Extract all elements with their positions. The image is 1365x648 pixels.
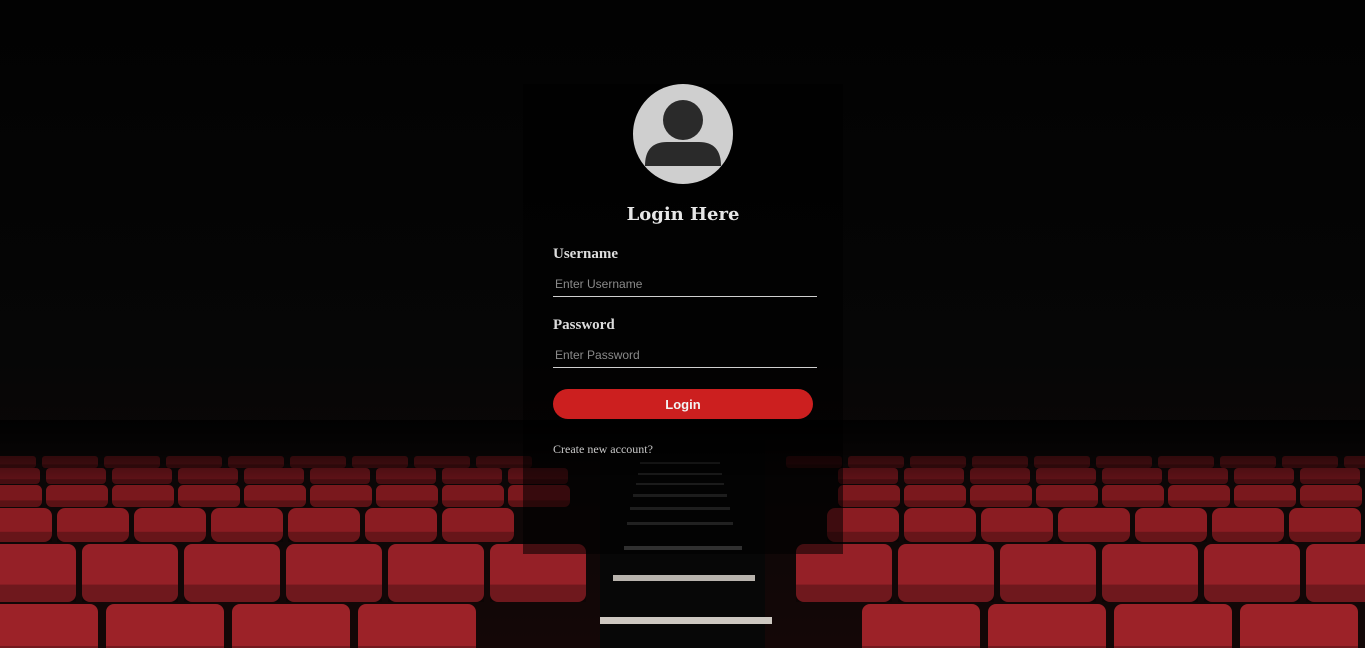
seat-shadow (838, 500, 900, 507)
seat-shadow (1234, 500, 1296, 507)
seat-shadow (134, 531, 206, 542)
seat-shadow (1102, 584, 1198, 602)
theater-seat (106, 604, 224, 648)
seat-shadow (898, 584, 994, 602)
seat-shadow (184, 584, 280, 602)
seat-shadow (46, 500, 108, 507)
theater-seat (988, 604, 1106, 648)
seat-shadow (1102, 500, 1164, 507)
seat-shadow (286, 584, 382, 602)
password-input[interactable] (553, 342, 817, 368)
seat-shadow (442, 500, 504, 507)
seat-shadow (211, 531, 283, 542)
username-label: Username (553, 246, 618, 262)
username-input[interactable] (553, 271, 817, 297)
seat-shadow (288, 531, 360, 542)
seat-shadow (1000, 584, 1096, 602)
login-page: Login Here Username Password Login Creat… (0, 0, 1365, 648)
seat-shadow (490, 584, 586, 602)
theater-seat (232, 604, 350, 648)
theater-seat (1240, 604, 1358, 648)
create-account-link[interactable]: Create new account? (553, 442, 653, 457)
login-panel: Login Here Username Password Login Creat… (523, 84, 843, 554)
seat-shadow (904, 500, 966, 507)
seat-shadow (0, 531, 52, 542)
theater-seat (0, 604, 98, 648)
login-button[interactable]: Login (553, 389, 813, 419)
seat-shadow (981, 531, 1053, 542)
seat-shadow (82, 584, 178, 602)
user-silhouette-icon (633, 84, 733, 184)
theater-seat (1114, 604, 1232, 648)
seat-shadow (0, 500, 42, 507)
seat-shadow (1168, 500, 1230, 507)
seat-shadow (1058, 531, 1130, 542)
seat-shadow (112, 500, 174, 507)
seat-shadow (365, 531, 437, 542)
seat-shadow (1300, 500, 1362, 507)
seat-shadow (388, 584, 484, 602)
seat-shadow (970, 500, 1032, 507)
seat-shadow (1036, 500, 1098, 507)
theater-seat (862, 604, 980, 648)
password-label: Password (553, 317, 615, 333)
seat-shadow (178, 500, 240, 507)
seat-shadow (0, 584, 76, 602)
seat-shadow (1306, 584, 1365, 602)
seat-shadow (57, 531, 129, 542)
seat-shadow (904, 531, 976, 542)
seat-shadow (1204, 584, 1300, 602)
page-title: Login Here (626, 204, 740, 225)
seat-shadow (310, 500, 372, 507)
seat-shadow (1135, 531, 1207, 542)
seat-shadow (1289, 531, 1361, 542)
seat-shadow (244, 500, 306, 507)
seat-shadow (376, 500, 438, 507)
seat-shadow (1212, 531, 1284, 542)
theater-seat (358, 604, 476, 648)
seat-shadow (442, 531, 514, 542)
seat-shadow (796, 584, 892, 602)
